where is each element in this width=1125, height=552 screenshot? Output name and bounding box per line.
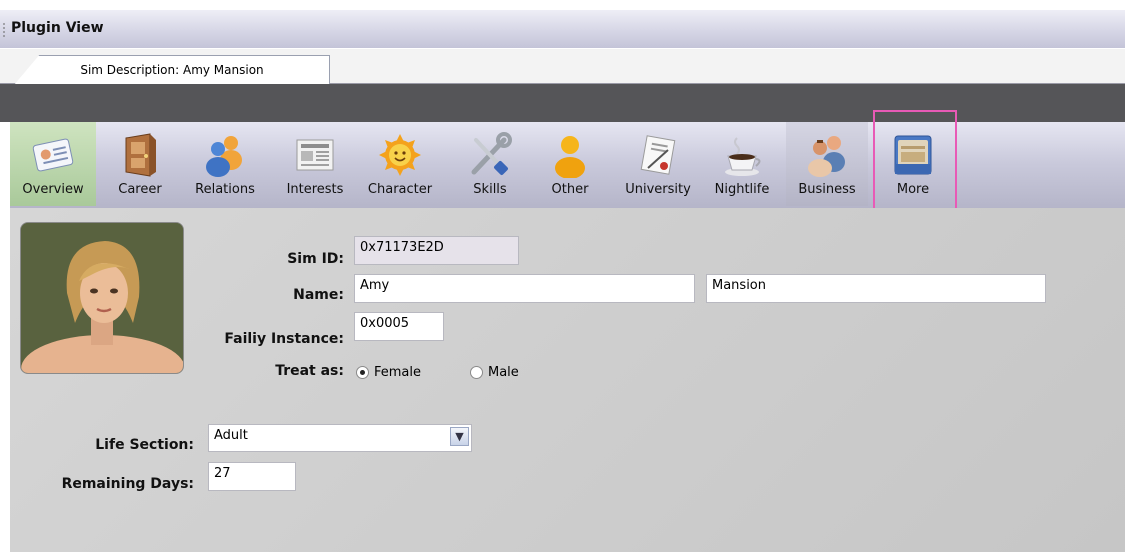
family-instance-label: Failiy Instance: xyxy=(224,331,344,347)
overview-card-icon xyxy=(32,138,74,172)
tool-label: Character xyxy=(367,182,433,197)
female-radio[interactable] xyxy=(356,366,369,379)
tool-label: Nightlife xyxy=(714,182,770,197)
life-section-value: Adult xyxy=(214,428,248,443)
family-instance-field[interactable]: 0x0005 xyxy=(354,312,444,341)
remaining-days-label: Remaining Days: xyxy=(61,476,194,492)
tool-other[interactable]: Other xyxy=(538,122,602,206)
sim-id-label: Sim ID: xyxy=(287,251,344,267)
tool-business[interactable]: Business xyxy=(786,122,868,206)
nightlife-coffee-icon xyxy=(725,137,761,176)
career-door-icon xyxy=(125,133,156,177)
tool-label: Other xyxy=(551,182,589,197)
university-diploma-icon xyxy=(640,135,676,175)
male-radio-label[interactable]: Male xyxy=(488,365,519,380)
panel-title: Plugin View xyxy=(11,20,104,36)
business-people-icon xyxy=(808,136,845,177)
female-radio-label[interactable]: Female xyxy=(374,365,421,380)
tool-career[interactable]: Career xyxy=(106,122,174,206)
tool-interests[interactable]: Interests xyxy=(276,122,354,206)
treat-as-label: Treat as: xyxy=(275,363,344,379)
category-toolbar: Overview Career Relations Interests Char… xyxy=(10,122,1125,208)
life-section-select[interactable]: Adult ▼ xyxy=(208,424,472,452)
skills-tools-icon xyxy=(471,132,512,175)
tab-label: Sim Description: Amy Mansion xyxy=(80,63,264,77)
more-highlight-box xyxy=(873,110,957,210)
tool-nightlife[interactable]: Nightlife xyxy=(706,122,778,206)
interests-newspaper-icon xyxy=(296,139,334,171)
sim-description-panel: Sim ID: 0x71173E2D Name: Amy Mansion Fai… xyxy=(10,208,1125,552)
tool-label: Overview xyxy=(22,182,84,197)
remaining-days-field[interactable]: 27 xyxy=(208,462,296,491)
tab-strip: Sim Description: Amy Mansion xyxy=(0,48,1125,85)
tool-skills[interactable]: Skills xyxy=(460,122,520,206)
tool-university[interactable]: University xyxy=(616,122,700,206)
tool-relations[interactable]: Relations xyxy=(186,122,264,206)
life-section-label: Life Section: xyxy=(95,437,194,453)
tool-label: Career xyxy=(118,182,162,197)
tool-label: Interests xyxy=(286,182,344,197)
relations-people-icon xyxy=(206,136,242,177)
sim-avatar xyxy=(20,222,184,374)
first-name-field[interactable]: Amy xyxy=(354,274,695,303)
last-name-field[interactable]: Mansion xyxy=(706,274,1046,303)
tool-label: Skills xyxy=(473,182,507,197)
tool-label: University xyxy=(625,182,691,197)
tool-label: Relations xyxy=(195,182,255,197)
plugin-view-header: Plugin View xyxy=(0,10,1125,48)
grip-icon[interactable] xyxy=(3,22,5,38)
other-person-icon xyxy=(555,136,585,178)
chevron-down-icon[interactable]: ▼ xyxy=(450,427,469,446)
tab-sim-description[interactable]: Sim Description: Amy Mansion xyxy=(14,55,330,85)
sim-portrait-image xyxy=(21,223,183,373)
name-label: Name: xyxy=(293,287,344,303)
sim-id-field[interactable]: 0x71173E2D xyxy=(354,236,519,265)
tool-character[interactable]: Character xyxy=(360,122,440,206)
radio-selected-dot xyxy=(360,370,365,375)
character-sun-icon xyxy=(379,134,421,176)
tool-label: Business xyxy=(798,182,856,197)
male-radio[interactable] xyxy=(470,366,483,379)
tool-overview[interactable]: Overview xyxy=(10,122,96,206)
